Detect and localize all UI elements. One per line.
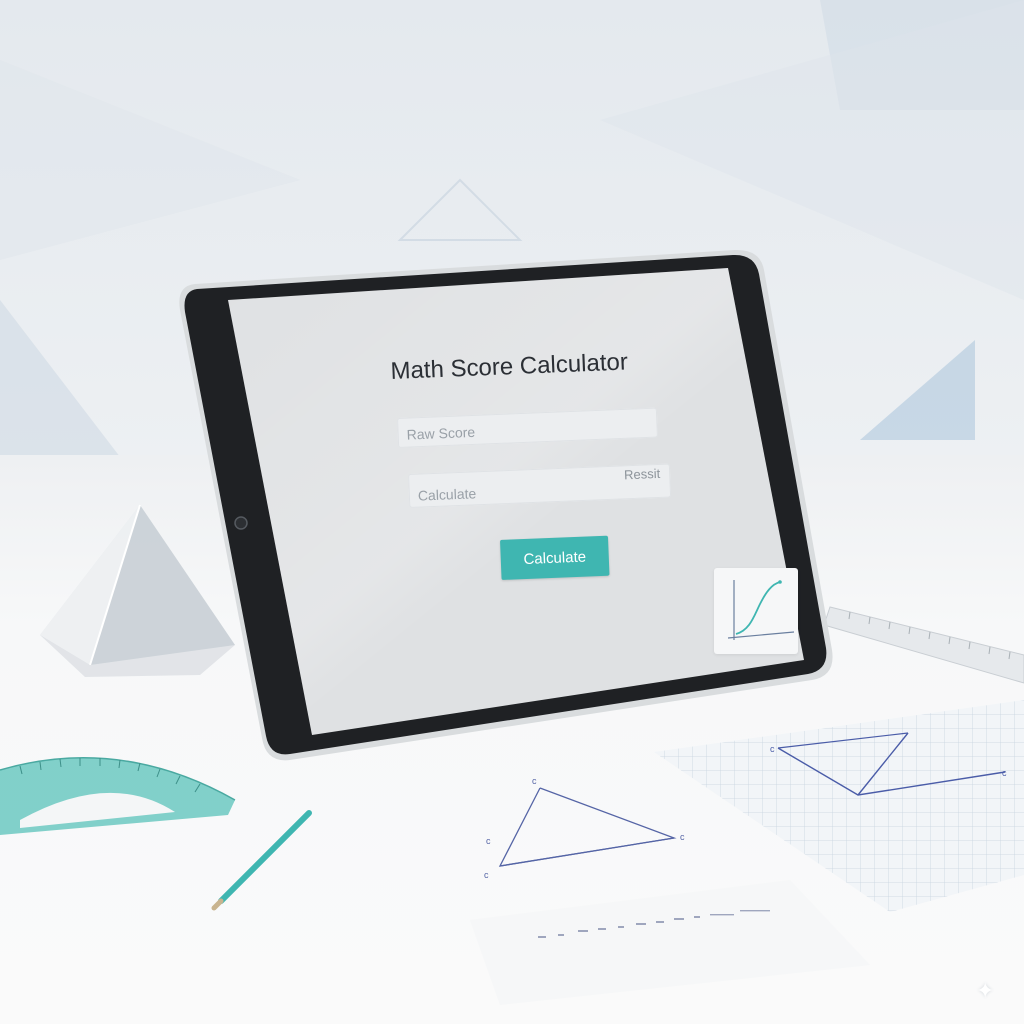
result-field-placeholder: Calculate: [417, 485, 477, 504]
chart-thumbnail[interactable]: [714, 568, 798, 654]
raw-score-placeholder: Raw Score: [406, 423, 476, 443]
chart-icon: [727, 580, 795, 640]
sparkle-icon: ✦: [976, 978, 995, 1003]
tablet-device: [179, 249, 833, 761]
result-field-label: Ressit: [623, 465, 661, 483]
calculate-button[interactable]: Calculate: [500, 535, 610, 580]
